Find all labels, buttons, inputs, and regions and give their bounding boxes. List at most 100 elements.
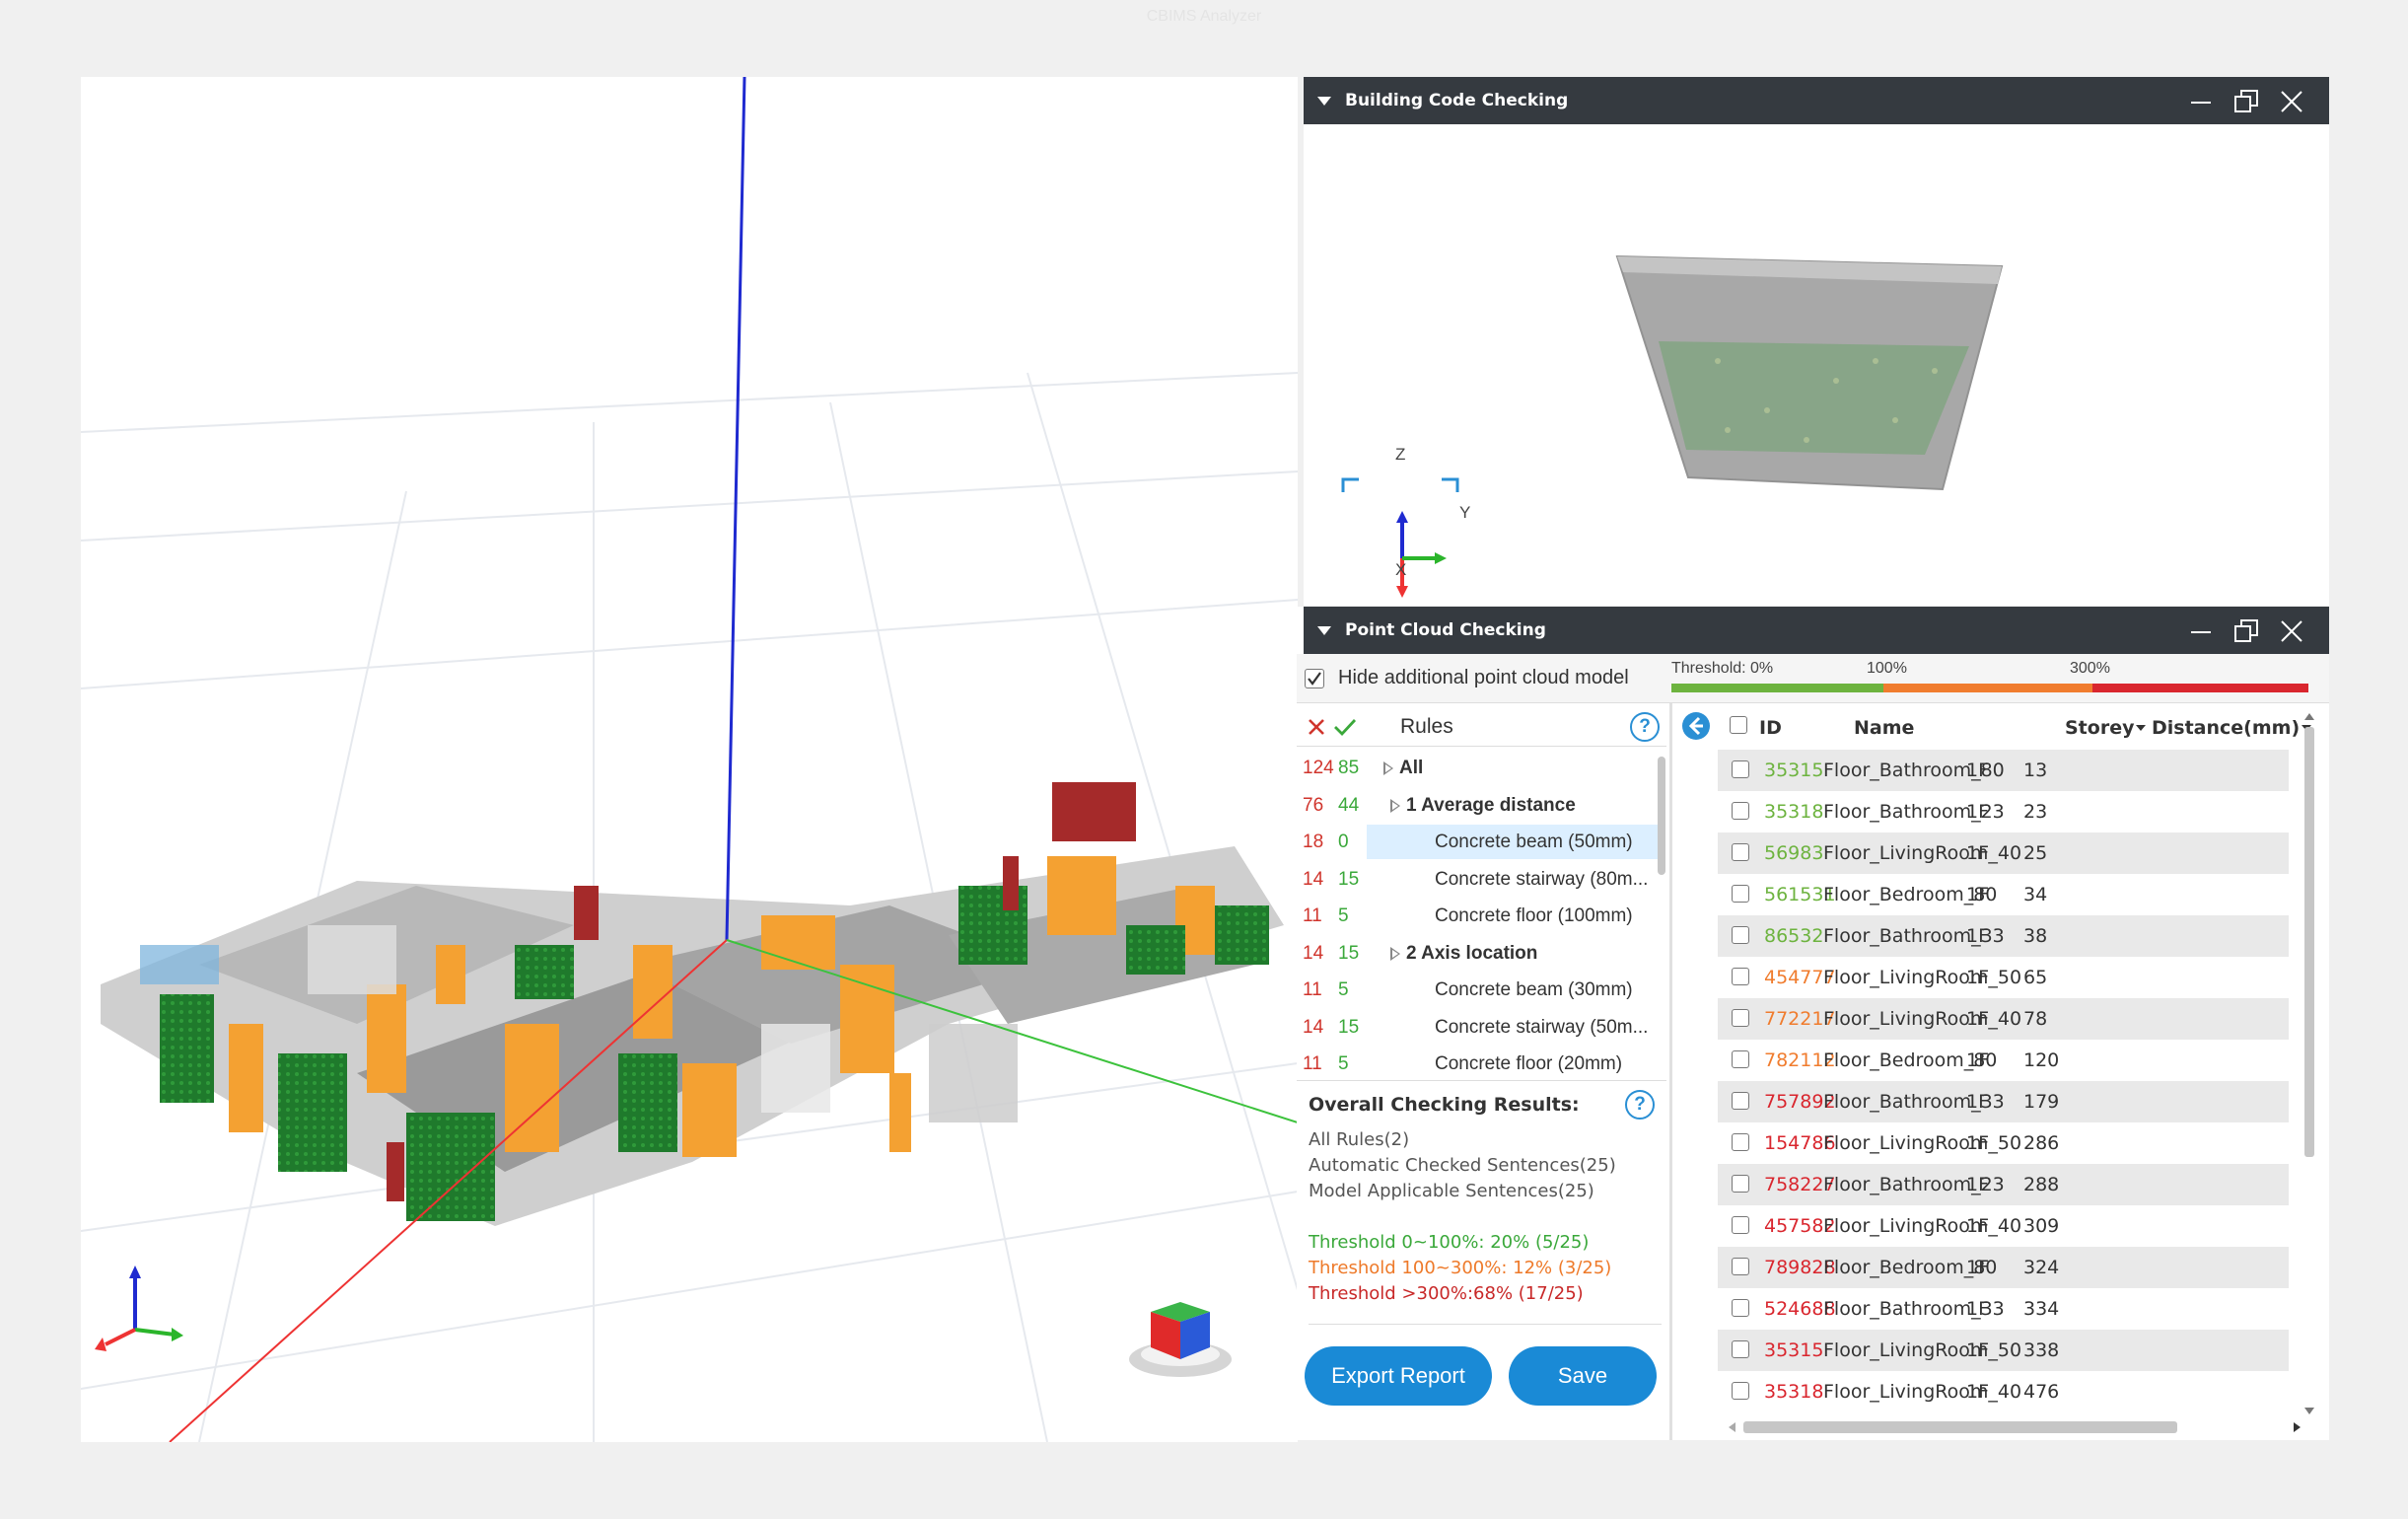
row-distance: 309 — [2023, 1215, 2060, 1237]
row-checkbox[interactable] — [1732, 802, 1749, 820]
col-header-distance[interactable]: Distance(mm) — [2152, 717, 2300, 739]
row-distance: 38 — [2023, 925, 2048, 947]
pointcloud-panel-header[interactable]: Point Cloud Checking — [1304, 607, 2329, 654]
save-button[interactable]: Save — [1509, 1346, 1657, 1406]
building-code-checking-panel: Building Code Checking Z Y X — [1304, 77, 2329, 606]
table-row[interactable]: 454777 Floor_LivingRoom_50 1F 65 — [1718, 957, 2289, 998]
table-row[interactable]: 56983 Floor_LivingRoom_40 1F 25 — [1718, 832, 2289, 874]
building-panel-title: Building Code Checking — [1345, 91, 1569, 110]
row-checkbox[interactable] — [1732, 1133, 1749, 1151]
row-checkbox[interactable] — [1732, 1382, 1749, 1400]
table-horizontal-scrollbar[interactable] — [1724, 1420, 2307, 1434]
rule-pass-count: 15 — [1338, 942, 1360, 964]
export-report-button[interactable]: Export Report — [1305, 1346, 1492, 1406]
col-header-name[interactable]: Name — [1854, 717, 1914, 739]
rule-row[interactable]: 14 15 Concrete stairway (80m... — [1297, 861, 1666, 898]
table-row[interactable]: 35315 Floor_LivingRoom_50 1F 338 — [1718, 1330, 2289, 1371]
rule-row[interactable]: 18 0 Concrete beam (50mm) — [1297, 824, 1666, 860]
rule-row[interactable]: 76 44 1 Average distance — [1297, 787, 1666, 824]
pass-filter-icon[interactable] — [1333, 717, 1357, 737]
table-row[interactable]: 758227 Floor_Bathroom_23 1F 288 — [1718, 1164, 2289, 1205]
row-name: Floor_LivingRoom_40 — [1823, 1381, 2022, 1403]
row-id: 35318 — [1764, 1381, 1824, 1403]
row-checkbox[interactable] — [1732, 1340, 1749, 1358]
close-icon[interactable] — [2278, 617, 2305, 645]
threshold-color-bar — [1671, 684, 2308, 692]
storey-sort-icon[interactable] — [2136, 725, 2146, 731]
rule-row[interactable]: 11 5 Concrete beam (30mm) — [1297, 972, 1666, 1008]
rule-row[interactable]: 11 5 Concrete floor (20mm) — [1297, 1046, 1666, 1082]
row-distance: 286 — [2023, 1132, 2060, 1154]
table-vertical-scrollbar[interactable] — [2302, 713, 2316, 1415]
building-preview-viewport[interactable] — [1304, 124, 2329, 606]
rule-row[interactable]: 14 15 Concrete stairway (50m... — [1297, 1009, 1666, 1046]
row-checkbox[interactable] — [1732, 843, 1749, 861]
rule-label: Concrete floor (100mm) — [1435, 905, 1633, 926]
hide-pointcloud-checkbox[interactable] — [1305, 669, 1324, 688]
row-name: Floor_LivingRoom_40 — [1823, 842, 2022, 864]
table-row[interactable]: 35318 Floor_LivingRoom_40 1F 476 — [1718, 1371, 2289, 1412]
tree-expand-icon[interactable] — [1383, 761, 1393, 775]
minimize-icon[interactable] — [2187, 88, 2215, 115]
restore-icon[interactable] — [2232, 88, 2260, 115]
table-row[interactable]: 757892 Floor_Bathroom_33 1F 179 — [1718, 1081, 2289, 1122]
collapse-triangle-icon[interactable] — [1317, 96, 1331, 106]
rules-scrollbar[interactable] — [1658, 757, 1665, 875]
close-icon[interactable] — [2278, 88, 2305, 115]
row-storey: 1F — [1966, 1257, 1990, 1278]
fail-filter-icon[interactable] — [1307, 717, 1326, 737]
row-storey: 1F — [1966, 1298, 1990, 1320]
threshold-mid-result: Threshold 100~300%: 12% (3/25) — [1309, 1258, 1612, 1278]
restore-icon[interactable] — [2232, 617, 2260, 645]
row-name: Floor_LivingRoom_50 — [1823, 967, 2022, 988]
table-row[interactable]: 154786 Floor_LivingRoom_50 1F 286 — [1718, 1122, 2289, 1164]
minimize-icon[interactable] — [2187, 617, 2215, 645]
row-checkbox[interactable] — [1732, 1299, 1749, 1317]
row-checkbox[interactable] — [1732, 1092, 1749, 1110]
back-arrow-icon[interactable] — [1681, 711, 1711, 741]
rule-pass-count: 5 — [1338, 1053, 1349, 1074]
building-model-scene[interactable] — [81, 77, 1298, 1442]
tree-expand-icon[interactable] — [1390, 798, 1400, 813]
row-checkbox[interactable] — [1732, 926, 1749, 944]
table-row[interactable]: 35315 Floor_Bathroom_80 1F 13 — [1718, 750, 2289, 791]
building-panel-header[interactable]: Building Code Checking — [1304, 77, 2329, 124]
row-storey: 1F — [1966, 1381, 1990, 1403]
table-row[interactable]: 86532 Floor_Bathroom_33 1F 38 — [1718, 915, 2289, 957]
rule-pass-count: 85 — [1338, 758, 1360, 778]
rule-fail-count: 18 — [1303, 832, 1324, 852]
results-help-icon[interactable]: ? — [1625, 1090, 1655, 1120]
row-id: 35315 — [1764, 760, 1824, 781]
rule-row[interactable]: 11 5 Concrete floor (100mm) — [1297, 898, 1666, 934]
rule-row[interactable]: 14 15 2 Axis location — [1297, 935, 1666, 972]
table-row[interactable]: 524688 Floor_Bathroom_33 1F 334 — [1718, 1288, 2289, 1330]
table-row[interactable]: 789828 Floor_Bedroom_80 1F 324 — [1718, 1247, 2289, 1288]
row-storey: 1F — [1966, 925, 1990, 947]
hide-pointcloud-label[interactable]: Hide additional point cloud model — [1338, 667, 1629, 689]
row-checkbox[interactable] — [1732, 1258, 1749, 1275]
3d-viewport[interactable] — [81, 77, 1298, 1442]
row-checkbox[interactable] — [1732, 968, 1749, 985]
results-title: Overall Checking Results: — [1309, 1094, 1580, 1116]
table-row[interactable]: 457582 Floor_LivingRoom_40 1F 309 — [1718, 1205, 2289, 1247]
row-checkbox[interactable] — [1732, 1050, 1749, 1068]
tree-expand-icon[interactable] — [1390, 946, 1400, 961]
pointcloud-toolbar: Hide additional point cloud model Thresh… — [1297, 654, 2329, 703]
select-all-checkbox[interactable] — [1730, 716, 1747, 734]
col-header-storey[interactable]: Storey — [2065, 717, 2134, 739]
row-checkbox[interactable] — [1732, 760, 1749, 778]
rule-fail-count: 14 — [1303, 1016, 1324, 1038]
row-checkbox[interactable] — [1732, 1216, 1749, 1234]
table-row[interactable]: 35318 Floor_Bathroom_23 1F 23 — [1718, 791, 2289, 832]
row-checkbox[interactable] — [1732, 1009, 1749, 1027]
table-row[interactable]: 782112 Floor_Bedroom_80 1F 120 — [1718, 1040, 2289, 1081]
collapse-triangle-icon[interactable] — [1317, 625, 1331, 635]
col-header-id[interactable]: ID — [1759, 717, 1782, 739]
rules-help-icon[interactable]: ? — [1630, 712, 1660, 742]
table-row[interactable]: 772217 Floor_LivingRoom_40 1F 78 — [1718, 998, 2289, 1040]
row-checkbox[interactable] — [1732, 885, 1749, 903]
row-checkbox[interactable] — [1732, 1175, 1749, 1193]
table-row[interactable]: 561531 Floor_Bedroom_80 1F 34 — [1718, 874, 2289, 915]
rule-row[interactable]: 124 85 All — [1297, 750, 1666, 786]
row-distance: 65 — [2023, 967, 2048, 988]
